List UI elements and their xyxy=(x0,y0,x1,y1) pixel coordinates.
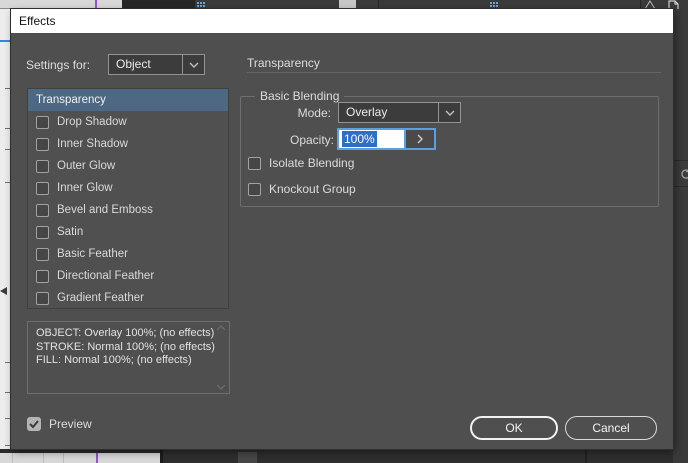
knockout-group-row[interactable]: Knockout Group xyxy=(248,182,356,196)
knockout-group-checkbox[interactable] xyxy=(248,182,261,196)
app-screen: Effects Settings for: Object Transparenc… xyxy=(0,0,688,463)
refresh-icon xyxy=(679,167,688,181)
toolbar-separator xyxy=(640,0,641,9)
effect-label: Outer Glow xyxy=(57,160,116,172)
toolbar-light-block xyxy=(339,0,356,9)
isolate-blending-row[interactable]: Isolate Blending xyxy=(248,156,354,170)
effect-label: Inner Shadow xyxy=(57,138,128,150)
effect-label: Bevel and Emboss xyxy=(57,204,153,216)
bottom-canvas-strip xyxy=(0,453,160,463)
vertical-guide xyxy=(95,0,97,9)
cancel-button[interactable]: Cancel xyxy=(565,416,657,440)
checkbox[interactable] xyxy=(36,225,49,239)
effects-list: Transparency Drop Shadow Inner Shadow Ou… xyxy=(27,88,229,309)
opacity-value: 100% xyxy=(342,131,377,147)
effect-row-inner-glow[interactable]: Inner Glow xyxy=(28,177,228,199)
checkbox[interactable] xyxy=(36,159,49,173)
effects-dialog: Effects Settings for: Object Transparenc… xyxy=(11,9,673,449)
knockout-group-label: Knockout Group xyxy=(269,182,356,196)
effect-row-basic-feather[interactable]: Basic Feather xyxy=(28,243,228,265)
effect-label: Satin xyxy=(57,226,84,238)
effect-label: Transparency xyxy=(36,94,106,106)
opacity-stepper-button[interactable] xyxy=(404,130,434,148)
check-icon xyxy=(29,420,39,429)
checkbox[interactable] xyxy=(36,137,49,151)
panel-separator xyxy=(247,72,661,73)
preview-checkbox[interactable] xyxy=(27,417,41,431)
right-panel-strip xyxy=(673,9,688,463)
isolate-blending-checkbox[interactable] xyxy=(248,156,261,170)
settings-for-value: Object xyxy=(116,57,151,71)
effect-row-inner-shadow[interactable]: Inner Shadow xyxy=(28,133,228,155)
basic-blending-group: Basic Blending Mode: Overlay Opacity: 10… xyxy=(240,89,659,207)
top-ruler-strip xyxy=(0,0,122,9)
dialog-titlebar[interactable]: Effects xyxy=(11,9,673,33)
opacity-input[interactable]: 100% xyxy=(339,130,404,148)
summary-fill-line: FILL: Normal 100%; (no effects) xyxy=(36,354,192,366)
top-dark-strip xyxy=(122,0,195,9)
isolate-blending-label: Isolate Blending xyxy=(269,156,355,170)
effect-row-bevel-and-emboss[interactable]: Bevel and Emboss xyxy=(28,199,228,221)
summary-stroke-line: STROKE: Normal 100%; (no effects) xyxy=(36,340,215,353)
left-ruler-strip xyxy=(0,9,11,453)
mode-label: Mode: xyxy=(297,106,331,120)
checkbox[interactable] xyxy=(36,203,49,217)
effect-label: Inner Glow xyxy=(57,182,113,194)
ok-button-label: OK xyxy=(505,421,523,435)
bottom-separator xyxy=(585,449,587,463)
cancel-button-label: Cancel xyxy=(592,421,630,435)
effect-label: Gradient Feather xyxy=(57,292,144,304)
opacity-label: Opacity: xyxy=(289,133,334,147)
chevron-down-icon xyxy=(182,55,204,74)
panel-heading: Transparency xyxy=(247,56,320,70)
checkbox[interactable] xyxy=(36,181,49,195)
toolbar-glyph-icon xyxy=(490,2,498,7)
cursor-icon xyxy=(0,287,7,295)
top-toolbar-strip xyxy=(195,0,688,9)
checkbox[interactable] xyxy=(36,291,49,305)
effect-row-drop-shadow[interactable]: Drop Shadow xyxy=(28,111,228,133)
dialog-title: Effects xyxy=(19,14,56,28)
basic-blending-title: Basic Blending xyxy=(255,89,345,104)
mode-dropdown[interactable]: Overlay xyxy=(338,102,461,123)
ok-button[interactable]: OK xyxy=(470,416,558,440)
checkbox[interactable] xyxy=(36,115,49,129)
checkbox[interactable] xyxy=(36,269,49,283)
scroll-down-icon[interactable] xyxy=(216,384,226,390)
effect-row-transparency[interactable]: Transparency xyxy=(28,89,228,111)
bottom-light-block xyxy=(238,452,257,463)
chevron-right-icon xyxy=(417,134,423,144)
horizontal-guide xyxy=(0,40,11,42)
effect-label: Basic Feather xyxy=(57,248,128,260)
effect-row-gradient-feather[interactable]: Gradient Feather xyxy=(28,287,228,309)
effect-row-satin[interactable]: Satin xyxy=(28,221,228,243)
vertical-guide xyxy=(96,453,98,463)
preview-label: Preview xyxy=(49,417,92,431)
chevron-down-icon xyxy=(438,103,460,122)
scroll-up-icon[interactable] xyxy=(216,325,226,331)
toolbar-glyph-icon xyxy=(197,2,205,7)
effect-row-directional-feather[interactable]: Directional Feather xyxy=(28,265,228,287)
effect-label: Directional Feather xyxy=(57,270,155,282)
effect-label: Drop Shadow xyxy=(57,116,127,128)
checkbox[interactable] xyxy=(36,247,49,261)
toolbar-separator xyxy=(378,0,379,9)
mode-value: Overlay xyxy=(346,105,388,119)
opacity-field[interactable]: 100% xyxy=(337,128,436,150)
effects-summary-box: OBJECT: Overlay 100%; (no effects) STROK… xyxy=(27,321,230,394)
effect-row-outer-glow[interactable]: Outer Glow xyxy=(28,155,228,177)
summary-object-line: OBJECT: Overlay 100%; (no effects) xyxy=(36,327,215,339)
settings-for-label: Settings for: xyxy=(26,58,91,72)
settings-for-dropdown[interactable]: Object xyxy=(108,54,205,75)
